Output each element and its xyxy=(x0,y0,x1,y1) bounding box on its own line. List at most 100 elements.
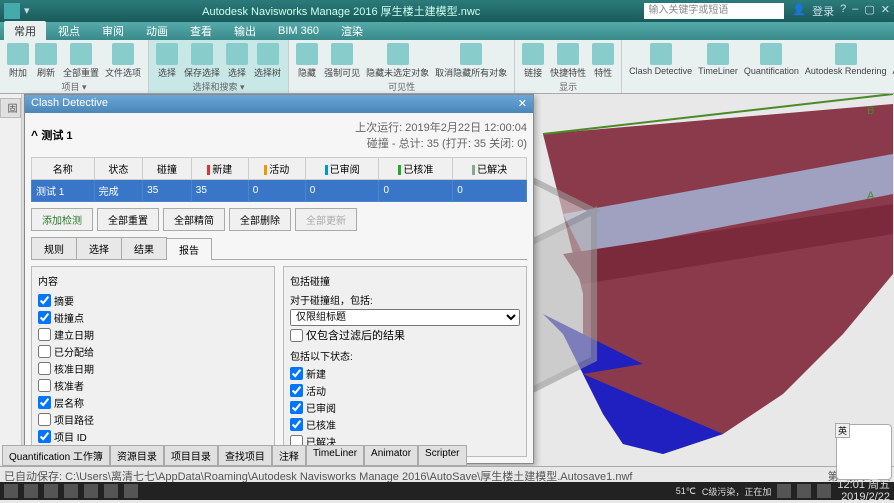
taskbar-app-icon[interactable] xyxy=(104,484,118,498)
ribbon-button[interactable]: TimeLiner xyxy=(697,42,739,77)
dock-tab[interactable]: 固 xyxy=(0,98,21,118)
menu-tab[interactable]: 动画 xyxy=(136,21,178,41)
table-header[interactable]: 碰撞 xyxy=(143,158,192,180)
clash-subtabs: 规则选择结果报告 xyxy=(31,237,527,260)
ribbon-group: 隐藏强制可见隐藏未选定对象取消隐藏所有对象可见性 xyxy=(289,40,515,93)
table-header[interactable]: 活动 xyxy=(248,158,305,180)
dock-tab[interactable]: TimeLiner xyxy=(306,445,364,466)
content-checkbox[interactable]: 摘要 xyxy=(38,292,268,309)
menu-tab[interactable]: 常用 xyxy=(4,21,46,41)
menu-tab[interactable]: 输出 xyxy=(224,21,266,41)
menu-tab[interactable]: 视点 xyxy=(48,21,90,41)
status-checkbox[interactable]: 活动 xyxy=(290,382,520,399)
menu-tab[interactable]: 审阅 xyxy=(92,21,134,41)
quick-access-toolbar[interactable]: ▾ xyxy=(24,4,38,18)
content-checkbox[interactable]: 已分配给 xyxy=(38,343,268,360)
dock-tab[interactable]: 资源目录 xyxy=(110,445,164,466)
filter-checkbox[interactable]: 仅包含过滤后的结果 xyxy=(290,326,520,344)
weather-text[interactable]: C级污染，正在加 xyxy=(702,485,772,498)
table-header[interactable]: 名称 xyxy=(32,158,95,180)
ribbon-button[interactable]: 保存选择 xyxy=(183,42,221,80)
ribbon-button[interactable]: Clash Detective xyxy=(628,42,693,77)
ribbon-button[interactable]: 选择 xyxy=(155,42,179,80)
delete-all-button[interactable]: 全部删除 xyxy=(229,208,291,231)
panel-title: Clash Detective xyxy=(31,97,108,111)
content-checkbox[interactable]: 建立日期 xyxy=(38,326,268,343)
taskbar-app-icon[interactable] xyxy=(64,484,78,498)
dock-tab[interactable]: Scripter xyxy=(418,445,466,466)
user-icon[interactable]: 👤 xyxy=(792,3,806,19)
ribbon-button[interactable]: Autodesk Rendering xyxy=(804,42,888,77)
compact-all-button[interactable]: 全部精简 xyxy=(163,208,225,231)
ribbon-button[interactable]: 刷新 xyxy=(34,42,58,80)
menu-tab[interactable]: 查看 xyxy=(180,21,222,41)
clash-detective-panel: Clash Detective ✕ ^ 测试 1 上次运行: 2019年2月22… xyxy=(24,94,534,464)
content-checkbox[interactable]: 核准日期 xyxy=(38,360,268,377)
panel-titlebar[interactable]: Clash Detective ✕ xyxy=(25,95,533,113)
table-header[interactable]: 新建 xyxy=(191,158,248,180)
content-checkbox[interactable]: 项目路径 xyxy=(38,411,268,428)
tray-icon[interactable] xyxy=(777,484,791,498)
table-header[interactable]: 状态 xyxy=(94,158,143,180)
menu-tab[interactable]: 渲染 xyxy=(331,21,373,41)
taskbar-app-icon[interactable] xyxy=(44,484,58,498)
ribbon-button[interactable]: 链接 xyxy=(521,42,545,80)
ribbon-button[interactable]: 隐藏未选定对象 xyxy=(365,42,430,80)
ribbon-button[interactable]: 取消隐藏所有对象 xyxy=(434,42,508,80)
ribbon-button[interactable]: 隐藏 xyxy=(295,42,319,80)
taskbar-app-icon[interactable] xyxy=(84,484,98,498)
ribbon-button[interactable]: 快捷特性 xyxy=(549,42,587,80)
minimize-icon[interactable]: – xyxy=(852,3,858,19)
status-checkbox[interactable]: 新建 xyxy=(290,365,520,382)
system-clock[interactable]: 12:01 周五 2019/2/22 xyxy=(837,479,890,503)
status-checkbox[interactable]: 已核准 xyxy=(290,416,520,433)
table-header[interactable]: 已审阅 xyxy=(305,158,379,180)
dock-tab[interactable]: Quantification 工作簿 xyxy=(2,445,110,466)
tests-table[interactable]: 名称状态碰撞新建活动已审阅已核准已解决 测试 1完成35350000 xyxy=(31,157,527,202)
tray-icon[interactable] xyxy=(817,484,831,498)
help-icon[interactable]: ? xyxy=(840,3,846,19)
content-checkbox[interactable]: 层名称 xyxy=(38,394,268,411)
ribbon-button[interactable]: 特性 xyxy=(591,42,615,80)
group-select[interactable]: 仅限组标题 xyxy=(290,309,520,326)
help-search-input[interactable]: 输入关键字或短语 xyxy=(644,3,784,19)
ribbon-button[interactable]: 强制可见 xyxy=(323,42,361,80)
clash-tab[interactable]: 选择 xyxy=(76,237,122,259)
ribbon-button[interactable]: 选择 xyxy=(225,42,249,80)
ribbon-button[interactable]: 文件选项 xyxy=(104,42,142,80)
table-row[interactable]: 测试 1完成35350000 xyxy=(32,180,527,202)
dock-tab[interactable]: 查找项目 xyxy=(218,445,272,466)
reset-all-button[interactable]: 全部重置 xyxy=(97,208,159,231)
ribbon-button[interactable]: 全部重置 xyxy=(62,42,100,80)
table-header[interactable]: 已核准 xyxy=(379,158,453,180)
dock-tab[interactable]: 项目目录 xyxy=(164,445,218,466)
content-checkbox[interactable]: 项目 ID xyxy=(38,428,268,445)
dock-tab[interactable]: 注释 xyxy=(272,445,306,466)
clash-tab[interactable]: 规则 xyxy=(31,237,77,259)
table-header[interactable]: 已解决 xyxy=(453,158,527,180)
ribbon-button[interactable]: Quantification xyxy=(743,42,800,77)
clash-tab[interactable]: 结果 xyxy=(121,237,167,259)
clash-tab[interactable]: 报告 xyxy=(166,238,212,260)
dock-tab[interactable]: Animator xyxy=(364,445,418,466)
windows-taskbar[interactable]: 51℃ C级污染，正在加 12:01 周五 2019/2/22 xyxy=(0,482,894,500)
tray-icon[interactable] xyxy=(797,484,811,498)
update-all-button: 全部更新 xyxy=(295,208,357,231)
content-checkbox[interactable]: 核准者 xyxy=(38,377,268,394)
panel-close-icon[interactable]: ✕ xyxy=(518,97,527,111)
status-checkbox[interactable]: 已审阅 xyxy=(290,399,520,416)
close-icon[interactable]: ✕ xyxy=(881,3,890,19)
content-checkbox[interactable]: 碰撞点 xyxy=(38,309,268,326)
taskbar-app-icon[interactable] xyxy=(124,484,138,498)
maximize-icon[interactable]: ▢ xyxy=(864,3,874,19)
menu-tab[interactable]: BIM 360 xyxy=(268,23,329,39)
qat-icon[interactable]: ▾ xyxy=(24,4,38,18)
add-test-button[interactable]: 添加检测 xyxy=(31,208,93,231)
taskbar-app-icon[interactable] xyxy=(24,484,38,498)
ribbon-button[interactable]: 附加 xyxy=(6,42,30,80)
weather-temp[interactable]: 51℃ xyxy=(676,486,696,497)
ime-avatar[interactable]: 英 xyxy=(836,424,892,480)
start-icon[interactable] xyxy=(4,484,18,498)
ribbon-button[interactable]: 选择树 xyxy=(253,42,282,80)
login-link[interactable]: 登录 xyxy=(812,3,834,19)
